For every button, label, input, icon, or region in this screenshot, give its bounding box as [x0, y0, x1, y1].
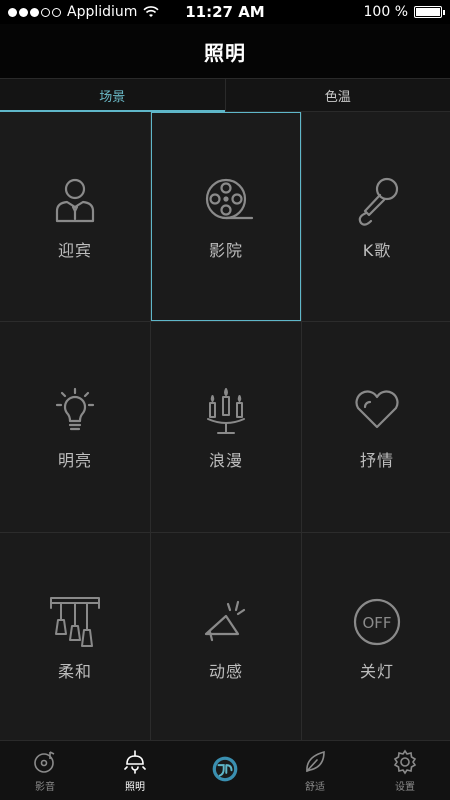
scene-soft[interactable]: 柔和: [0, 533, 150, 742]
scene-cinema[interactable]: 影院: [151, 112, 301, 321]
scene-lights-off[interactable]: OFF 关灯: [302, 533, 450, 742]
scene-label: 柔和: [57, 661, 92, 681]
scene-dynamic[interactable]: 动感: [151, 533, 301, 742]
heart-icon: [349, 383, 405, 439]
scene-label: 迎宾: [57, 240, 92, 260]
scene-welcome[interactable]: 迎宾: [0, 112, 150, 321]
scene-bright[interactable]: 明亮: [0, 322, 150, 532]
scene-grid: 迎宾 影院 K歌 明亮 浪漫 抒情 柔和 动感 OFF 关灯: [0, 112, 450, 742]
candles-icon: [198, 383, 254, 439]
host-person-icon: [47, 173, 103, 229]
scene-label: 动感: [208, 661, 243, 681]
megaphone-icon: [198, 594, 254, 650]
scene-karaoke[interactable]: K歌: [302, 112, 450, 321]
status-time: 11:27 AM: [185, 3, 265, 21]
tabbar-label: 照明: [125, 781, 145, 793]
pendant-lamps-icon: [47, 594, 103, 650]
microphone-icon: [349, 173, 405, 229]
tabbar-label: 设置: [395, 781, 415, 793]
ceiling-lamp-icon: [124, 749, 146, 774]
battery-icon: [414, 6, 445, 18]
tabbar-item-comfort[interactable]: 舒适: [270, 741, 360, 800]
tabbar-item-lighting[interactable]: 照明: [90, 741, 180, 800]
tab-scenes[interactable]: 场景: [0, 79, 225, 112]
bottom-tab-bar: 影音 照明 舒适 设置: [0, 740, 450, 800]
scene-label: K歌: [362, 240, 392, 260]
scene-label: 关灯: [359, 661, 394, 681]
tab-color-temperature[interactable]: 色温: [224, 79, 450, 111]
off-button-icon: OFF: [349, 594, 405, 650]
leaf-icon: [306, 750, 325, 772]
tabbar-item-home[interactable]: [180, 741, 270, 800]
light-bulb-icon: [47, 383, 103, 439]
scene-romantic[interactable]: 浪漫: [151, 322, 301, 532]
tabbar-item-settings[interactable]: 设置: [360, 741, 450, 800]
tabbar-label: 影音: [35, 781, 55, 793]
off-icon-text: OFF: [362, 614, 391, 632]
music-disc-icon: [34, 750, 55, 773]
scene-label: 抒情: [359, 451, 394, 470]
scene-lyrical[interactable]: 抒情: [302, 322, 450, 532]
film-reel-icon: [198, 173, 254, 229]
status-bar: Applidium 11:27 AM 100 %: [0, 0, 450, 24]
tabbar-label: 舒适: [305, 781, 325, 793]
tabbar-item-media[interactable]: 影音: [0, 741, 90, 800]
scene-label: 明亮: [57, 451, 92, 470]
scene-label: 影院: [208, 240, 243, 260]
app-logo-icon: [212, 756, 238, 782]
page-title: 照明: [0, 24, 450, 78]
segmented-tabs: 场景 色温: [0, 78, 450, 112]
gear-icon: [393, 749, 417, 774]
scene-label: 浪漫: [208, 451, 243, 470]
